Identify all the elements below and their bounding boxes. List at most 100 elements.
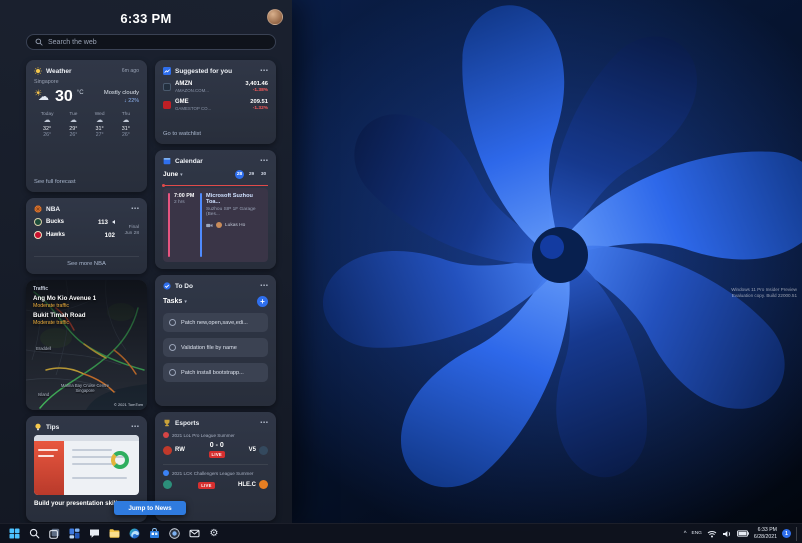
event-accent-bar (200, 193, 202, 257)
nba-title: NBA (46, 205, 61, 213)
search-taskbar-icon[interactable] (26, 526, 42, 542)
weather-widget[interactable]: Weather 6m ago Singapore ☀ ☁ 30 °C Mostly… (26, 60, 147, 192)
esports-match[interactable]: RW 0 - 0 LIVE V5 (163, 442, 268, 458)
language-indicator[interactable]: ENG (692, 531, 702, 536)
team-logo (163, 445, 172, 455)
wifi-icon[interactable] (707, 530, 717, 538)
task-checkbox[interactable] (169, 344, 176, 351)
road-status: Moderate traffic (33, 320, 69, 326)
road-name: Bukit Timah Road (33, 312, 86, 319)
see-more-nba-link[interactable]: See more NBA (34, 256, 139, 267)
more-options-icon[interactable]: ⋯ (260, 282, 268, 290)
go-to-watchlist-link[interactable]: Go to watchlist (163, 131, 268, 137)
microsoft-store-icon[interactable] (146, 526, 162, 542)
more-options-icon[interactable]: ⋯ (260, 67, 268, 75)
task-item[interactable]: Validation file by name (163, 338, 268, 357)
chevron-down-icon: ▾ (180, 171, 183, 178)
task-item[interactable]: Patch new,open,save,edi... (163, 313, 268, 332)
add-task-button[interactable]: + (257, 296, 268, 307)
league-row: 2021 LCK Challengers League Summer (163, 470, 268, 476)
insider-watermark: Windows 11 Pro Insider Preview Evaluatio… (731, 287, 797, 299)
forecast-day: Wed ☁ 31° 27° (87, 112, 113, 138)
chevron-down-icon: ▾ (184, 298, 187, 305)
current-time-indicator (162, 184, 268, 187)
task-checkbox[interactable] (169, 369, 176, 376)
attendee-avatar (216, 222, 222, 228)
todo-widget[interactable]: To Do ⋯ Tasks ▾ + Patch new,open,save,ed… (155, 275, 276, 406)
settings-icon[interactable]: ⚙ (206, 526, 222, 542)
month-label[interactable]: June (163, 171, 178, 178)
nba-team-row: Hawks 102 (34, 231, 115, 239)
chart-thumbnail (111, 451, 129, 469)
amzn-logo (163, 83, 171, 91)
jump-to-news-button[interactable]: Jump to News (114, 501, 186, 515)
edge-browser-icon[interactable] (126, 526, 142, 542)
nba-team-row: Bucks 113 (34, 218, 115, 226)
search-placeholder: Search the web (48, 38, 97, 46)
league-row: 2021 LoL Pro League Summer (163, 432, 268, 438)
search-input[interactable]: Search the web (26, 34, 276, 50)
file-explorer-icon[interactable] (106, 526, 122, 542)
road-status: Moderate traffic (33, 303, 69, 309)
volume-icon[interactable] (722, 530, 732, 538)
traffic-title: Traffic (33, 286, 49, 292)
live-badge: LIVE (208, 451, 226, 458)
team-logo (163, 480, 172, 489)
forecast-day: Tue ☁ 29° 26° (60, 112, 86, 138)
league-icon (163, 470, 169, 476)
nba-widget[interactable]: NBA ⋯ Bucks 113 Hawks 102 Final Jun 28 S… (26, 198, 147, 274)
notification-count-badge[interactable]: 1 (782, 529, 791, 538)
traffic-widget[interactable]: Traffic Ang Mo Kio Avenue 1 Moderate tra… (26, 280, 147, 410)
league-icon (163, 432, 169, 438)
battery-icon[interactable] (736, 530, 749, 537)
team-logo (259, 445, 268, 455)
task-checkbox[interactable] (169, 319, 176, 326)
divider (163, 464, 268, 465)
date-pill-selected[interactable]: 28 (235, 170, 244, 179)
widget-columns: Weather 6m ago Singapore ☀ ☁ 30 °C Mostly… (26, 60, 276, 522)
date-strip: 28 29 30 (235, 170, 268, 179)
date-pill[interactable]: 30 (259, 170, 268, 179)
clock[interactable]: 6:33 PM 6/28/2021 (754, 527, 777, 540)
more-options-icon[interactable]: ⋯ (260, 157, 268, 165)
forecast-grid: Today ☁ 32° 26° Tue ☁ 29° 26° Wed ☁ 31° 27° Thu ☁ 3… (34, 112, 139, 138)
weather-updated: 6m ago (121, 68, 139, 74)
photos-icon[interactable] (166, 526, 182, 542)
widgets-panel: 6:33 PM Search the web Weather 6m ago Si… (0, 0, 292, 523)
esports-match[interactable]: LIVE HLE.C (163, 480, 268, 489)
mail-icon[interactable] (186, 526, 202, 542)
task-item[interactable]: Patch install bootstrapp... (163, 363, 268, 382)
tray-date: 6/28/2021 (753, 533, 777, 540)
road-name: Ang Mo Kio Avenue 1 (33, 295, 97, 302)
more-options-icon[interactable]: ⋯ (260, 419, 268, 427)
event-color-bar (168, 193, 170, 257)
precip-change: ↓ 22% (124, 98, 139, 104)
taskbar-app-icons: ⚙ (6, 524, 222, 543)
calendar-widget[interactable]: Calendar ⋯ June ▾ 28 29 30 7:00 PM 2 hrs… (155, 150, 276, 269)
bucks-logo (34, 218, 42, 226)
widgets-icon[interactable] (66, 526, 82, 542)
stocks-widget[interactable]: Suggested for you ⋯ AMZN AMAZON.COM... 3,… (155, 60, 276, 144)
task-list-label[interactable]: Tasks (163, 298, 182, 305)
user-avatar[interactable] (267, 9, 283, 25)
esports-title: Esports (175, 419, 200, 427)
see-full-forecast-link[interactable]: See full forecast (34, 179, 139, 185)
stock-row[interactable]: GME GAMESTOP CO... 209.51 -1.32% (163, 99, 268, 111)
team-logo (258, 480, 268, 489)
event-location: Suzhou SIP 1F Garage (Bes... (206, 207, 256, 217)
more-options-icon[interactable]: ⋯ (131, 423, 139, 431)
todo-title: To Do (175, 282, 193, 290)
cloud-icon: ☁ (96, 117, 104, 124)
show-desktop-button[interactable] (796, 526, 799, 541)
tray-chevron-up-icon[interactable]: ^ (684, 531, 687, 537)
task-view-icon[interactable] (46, 526, 62, 542)
date-pill[interactable]: 29 (247, 170, 256, 179)
more-options-icon[interactable]: ⋯ (131, 205, 139, 213)
panel-clock: 6:33 PM (120, 11, 172, 26)
start-button[interactable] (6, 526, 22, 542)
chat-icon[interactable] (86, 526, 102, 542)
search-icon (35, 38, 43, 46)
calendar-event[interactable]: 7:00 PM 2 hrs Microsoft Suzhou Toa... Su… (163, 188, 268, 262)
weather-condition: Mostly cloudy (103, 90, 139, 96)
stock-row[interactable]: AMZN AMAZON.COM... 3,401.46 -1.38% (163, 81, 268, 93)
